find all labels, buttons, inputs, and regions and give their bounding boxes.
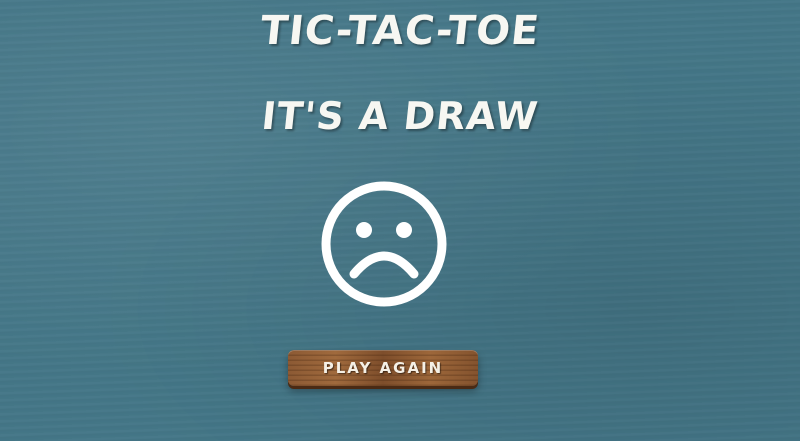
game-screen: TIC-TAC-TOE IT'S A DRAW PLAY AGAIN [0,0,800,441]
game-title: TIC-TAC-TOE [258,8,542,54]
result-message: IT'S A DRAW [259,94,541,138]
sad-face-icon [321,181,447,307]
play-again-button[interactable]: PLAY AGAIN [288,350,478,386]
